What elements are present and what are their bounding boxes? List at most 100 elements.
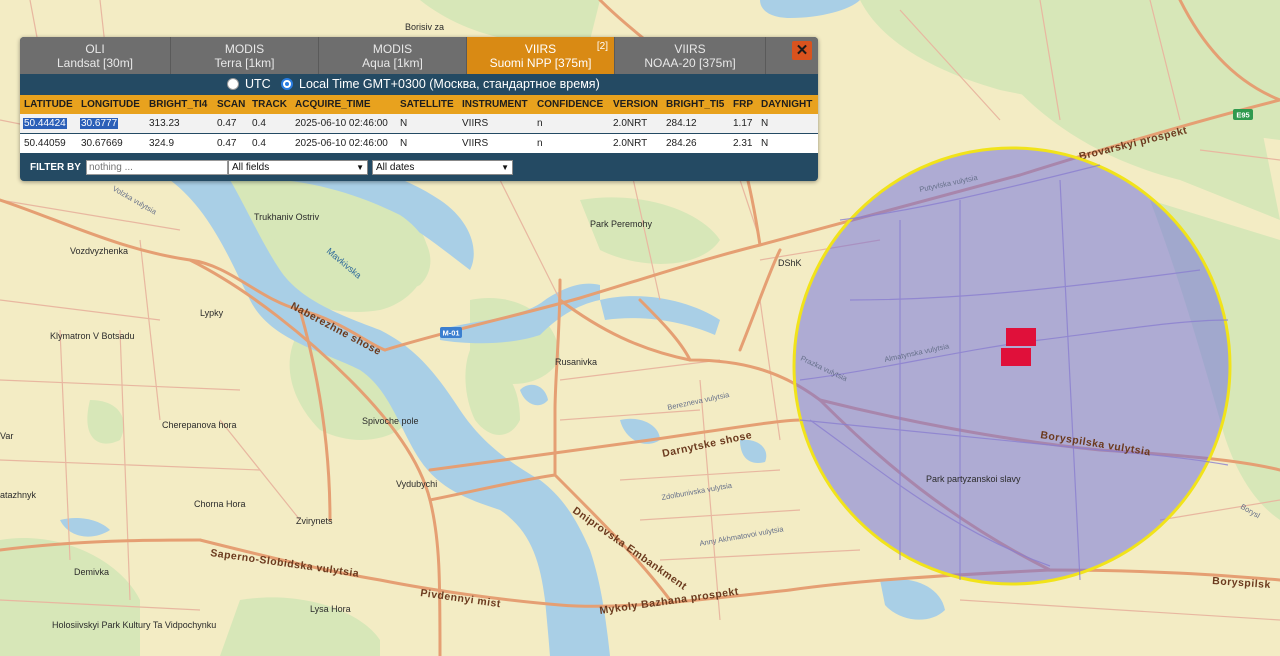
place-label: Park partyzanskoi slavy (926, 474, 1021, 484)
place-label: Var (0, 431, 13, 441)
table-cell: n (537, 138, 543, 149)
table-cell: VIIRS (462, 118, 489, 129)
place-label: atazhnyk (0, 490, 37, 500)
tab-title: MODIS (224, 42, 265, 56)
tab-title: OLI (85, 42, 105, 56)
tab-count-badge: [2] (596, 41, 608, 52)
table-header: LATITUDE LONGITUDE BRIGHT_TI4 SCAN TRACK… (20, 95, 818, 114)
table-cell: 284.12 (666, 118, 697, 129)
table-cell: N (761, 138, 769, 149)
table-cell: N (400, 118, 408, 129)
filter-label: FILTER BY (30, 162, 81, 173)
place-label: DShK (778, 258, 802, 268)
table-cell: 50.44424 (23, 118, 67, 129)
close-button[interactable]: ✕ (792, 41, 812, 60)
place-label: Chorna Hora (194, 499, 246, 509)
column-header[interactable]: CONFIDENCE (537, 99, 603, 110)
place-label: Demivka (74, 567, 109, 577)
tab-title: VIIRS (674, 42, 706, 56)
tab-subtitle: Aqua [1km] (362, 56, 423, 70)
column-header[interactable]: SATELLITE (400, 99, 454, 110)
column-header[interactable]: DAYNIGHT (761, 99, 812, 110)
table-cell: 284.26 (666, 138, 697, 149)
date-select-value: All dates (376, 162, 415, 173)
column-header[interactable]: INSTRUMENT (462, 99, 528, 110)
column-header[interactable]: FRP (733, 99, 753, 110)
search-radius-circle[interactable]: Putyvlska vulytsia Almatynska vulytsia P… (792, 146, 1232, 586)
column-header[interactable]: VERSION (613, 99, 658, 110)
date-select[interactable]: All dates ▼ (372, 160, 513, 175)
table-cell: 2.31 (733, 138, 753, 149)
tab-oli-landsat[interactable]: OLI Landsat [30m] (20, 37, 171, 74)
shield-label-m01: M-01 (442, 329, 459, 338)
column-header[interactable]: TRACK (252, 99, 287, 110)
table-cell: VIIRS (462, 138, 489, 149)
table-cell: 2025-06-10 02:46:00 (295, 118, 388, 129)
table-cell: 2.0NRT (613, 138, 648, 149)
place-label: Lysa Hora (310, 604, 351, 614)
chevron-down-icon: ▼ (356, 163, 364, 172)
local-time-radio[interactable] (281, 78, 293, 90)
table-cell: 1.17 (733, 118, 753, 129)
place-label: Park Peremohy (590, 219, 653, 229)
field-select[interactable]: All fields ▼ (228, 160, 368, 175)
table-cell: 2.0NRT (613, 118, 648, 129)
utc-radio[interactable] (227, 78, 239, 90)
sensor-tabs: OLI Landsat [30m] MODIS Terra [1km] MODI… (20, 37, 818, 74)
table-cell: 0.47 (217, 138, 237, 149)
tab-viirs-noaa20[interactable]: VIIRS NOAA-20 [375m] (615, 37, 766, 74)
tab-title: VIIRS (524, 42, 557, 56)
place-label: Lypky (200, 308, 224, 318)
table-cell: 2025-06-10 02:46:00 (295, 138, 388, 149)
column-header[interactable]: BRIGHT_TI5 (666, 99, 724, 110)
place-label: Vozdvyzhenka (70, 246, 128, 256)
tab-subtitle: Suomi NPP [375m] (489, 56, 592, 70)
tab-title: MODIS (372, 42, 413, 56)
field-select-value: All fields (232, 162, 270, 173)
timezone-selector: UTC Local Time GMT+0300 (Москва, стандар… (20, 74, 818, 95)
table-cell: N (761, 118, 769, 129)
place-label: Trukhaniv Ostriv (254, 212, 320, 222)
highway-shield-e95: E95 (1233, 109, 1253, 120)
fire-data-panel: OLI Landsat [30m] MODIS Terra [1km] MODI… (20, 37, 818, 181)
table-cell: 50.44059 (24, 138, 66, 149)
filter-text-input[interactable] (86, 160, 228, 175)
table-cell: N (400, 138, 408, 149)
place-label: Zvirynets (296, 516, 333, 526)
table-cell: 0.4 (252, 138, 266, 149)
table-cell: 324.9 (149, 138, 175, 149)
chevron-down-icon: ▼ (501, 163, 509, 172)
highway-shield-m01: M-01 (440, 327, 462, 338)
table-cell: n (537, 118, 543, 129)
table-cell: 30.6777 (80, 118, 119, 129)
filter-bar: FILTER BY All fields ▼ All dates ▼ (20, 154, 818, 181)
column-header[interactable]: ACQUIRE_TIME (295, 99, 371, 110)
place-label: Rusanivka (555, 357, 597, 367)
column-header[interactable]: SCAN (217, 99, 245, 110)
tab-subtitle: Landsat [30m] (56, 56, 134, 70)
place-label: Vydubychi (396, 479, 437, 489)
place-label: Cherepanova hora (162, 420, 237, 430)
shield-label-e95: E95 (1236, 111, 1249, 120)
table-cell: 313.23 (149, 118, 180, 129)
place-label: Klymatron V Botsadu (50, 331, 135, 341)
tab-modis-aqua[interactable]: MODIS Aqua [1km] (319, 37, 467, 74)
place-label: Borisiv za (405, 22, 444, 32)
place-label: Holosiivskyi Park Kultury Ta Vidpochynku (52, 620, 216, 630)
fire-pixel-1[interactable] (1006, 328, 1036, 346)
tab-viirs-suomi-npp[interactable]: VIIRS Suomi NPP [375m] [2] (467, 37, 615, 74)
column-header[interactable]: LONGITUDE (81, 99, 140, 110)
table-row[interactable]: 50.44059 30.67669 324.9 0.47 0.4 2025-06… (20, 134, 818, 153)
table-cell: 0.47 (217, 118, 237, 129)
local-time-radio-label: Local Time GMT+0300 (Москва, стандартное… (299, 77, 600, 91)
table-cell: 30.67669 (81, 138, 123, 149)
utc-radio-label: UTC (245, 77, 271, 91)
column-header[interactable]: BRIGHT_TI4 (149, 99, 207, 110)
tab-subtitle: Terra [1km] (214, 56, 275, 70)
tab-subtitle: NOAA-20 [375m] (644, 56, 736, 70)
column-header[interactable]: LATITUDE (24, 99, 73, 110)
tab-modis-terra[interactable]: MODIS Terra [1km] (171, 37, 319, 74)
table-cell: 0.4 (252, 118, 266, 129)
table-row[interactable]: 50.44424 30.6777 313.23 0.47 0.4 2025-06… (20, 114, 818, 133)
fire-pixel-2[interactable] (1001, 348, 1031, 366)
